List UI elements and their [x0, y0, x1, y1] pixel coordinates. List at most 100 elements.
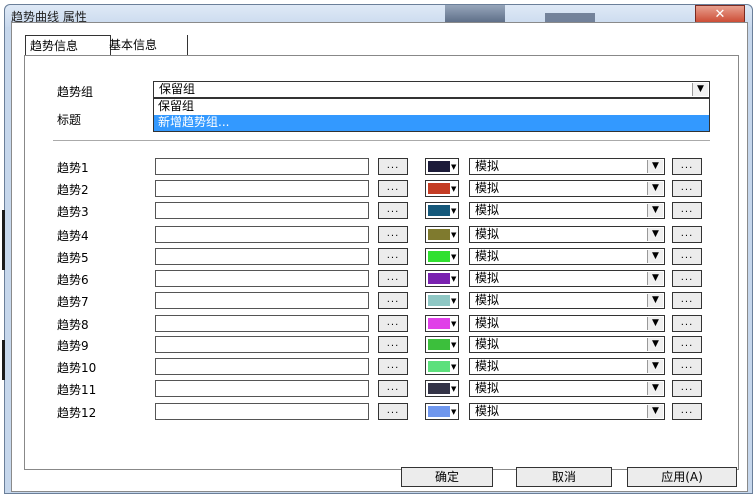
- chevron-down-icon: ▼: [451, 231, 457, 239]
- trend-mode-more-button[interactable]: ...: [672, 336, 702, 353]
- trend-mode-more-button[interactable]: ...: [672, 202, 702, 219]
- trend-mode-more-button[interactable]: ...: [672, 292, 702, 309]
- trend-mode-more-button[interactable]: ...: [672, 226, 702, 243]
- trend-mode-value: 模拟: [475, 159, 500, 173]
- chevron-down-icon[interactable]: ▼: [647, 228, 663, 241]
- trend-browse-button[interactable]: ...: [378, 292, 408, 309]
- trend-mode-combo[interactable]: 模拟 ▼: [469, 158, 665, 175]
- cancel-button[interactable]: 取消: [516, 467, 612, 487]
- trend-label: 趋势12: [57, 406, 97, 420]
- chevron-down-icon[interactable]: ▼: [647, 405, 663, 418]
- trend-browse-button[interactable]: ...: [378, 226, 408, 243]
- trend-color-picker[interactable]: ▼: [425, 158, 459, 175]
- trend-label: 趋势5: [57, 251, 89, 265]
- tab-trend-info[interactable]: 趋势信息: [25, 35, 111, 56]
- apply-button[interactable]: 应用(A): [627, 467, 737, 487]
- trend-mode-combo[interactable]: 模拟 ▼: [469, 358, 665, 375]
- trend-tag-input[interactable]: [155, 202, 369, 219]
- trend-mode-more-button[interactable]: ...: [672, 380, 702, 397]
- trend-tag-input[interactable]: [155, 358, 369, 375]
- chevron-down-icon[interactable]: ▼: [647, 204, 663, 217]
- trend-mode-combo[interactable]: 模拟 ▼: [469, 292, 665, 309]
- trend-tag-input[interactable]: [155, 403, 369, 420]
- tab-basic-info[interactable]: 基本信息: [105, 35, 188, 55]
- chevron-down-icon[interactable]: ▼: [647, 317, 663, 330]
- trend-mode-combo[interactable]: 模拟 ▼: [469, 226, 665, 243]
- trend-tag-input[interactable]: [155, 270, 369, 287]
- trend-mode-combo[interactable]: 模拟 ▼: [469, 380, 665, 397]
- trend-browse-button[interactable]: ...: [378, 270, 408, 287]
- trend-browse-button[interactable]: ...: [378, 380, 408, 397]
- trend-mode-value: 模拟: [475, 181, 500, 195]
- chevron-down-icon[interactable]: ▼: [647, 250, 663, 263]
- trend-color-picker[interactable]: ▼: [425, 292, 459, 309]
- trend-browse-button[interactable]: ...: [378, 180, 408, 197]
- dropdown-item-retain[interactable]: 保留组: [154, 99, 709, 115]
- trend-mode-value: 模拟: [475, 249, 500, 263]
- chevron-down-icon: ▼: [451, 207, 457, 215]
- trend-tag-input[interactable]: [155, 292, 369, 309]
- trend-browse-button[interactable]: ...: [378, 315, 408, 332]
- trend-mode-more-button[interactable]: ...: [672, 158, 702, 175]
- trend-color-picker[interactable]: ▼: [425, 270, 459, 287]
- trend-mode-combo[interactable]: 模拟 ▼: [469, 315, 665, 332]
- trend-color-picker[interactable]: ▼: [425, 380, 459, 397]
- trend-browse-button[interactable]: ...: [378, 403, 408, 420]
- trend-mode-combo[interactable]: 模拟 ▼: [469, 403, 665, 420]
- chevron-down-icon[interactable]: ▼: [647, 294, 663, 307]
- trend-tag-input[interactable]: [155, 226, 369, 243]
- trend-group-combo[interactable]: 保留组 ▼: [153, 81, 710, 98]
- trend-browse-button[interactable]: ...: [378, 336, 408, 353]
- trend-color-picker[interactable]: ▼: [425, 403, 459, 420]
- color-swatch: [428, 339, 450, 350]
- trend-tag-input[interactable]: [155, 380, 369, 397]
- trend-mode-combo[interactable]: 模拟 ▼: [469, 180, 665, 197]
- color-swatch: [428, 205, 450, 216]
- trend-mode-combo[interactable]: 模拟 ▼: [469, 202, 665, 219]
- trend-tag-input[interactable]: [155, 248, 369, 265]
- chevron-down-icon[interactable]: ▼: [647, 160, 663, 173]
- trend-color-picker[interactable]: ▼: [425, 248, 459, 265]
- trend-color-picker[interactable]: ▼: [425, 226, 459, 243]
- trend-browse-button[interactable]: ...: [378, 202, 408, 219]
- trend-mode-more-button[interactable]: ...: [672, 315, 702, 332]
- color-swatch: [428, 406, 450, 417]
- trend-color-picker[interactable]: ▼: [425, 180, 459, 197]
- chevron-down-icon[interactable]: ▼: [692, 83, 708, 96]
- trend-mode-more-button[interactable]: ...: [672, 270, 702, 287]
- chevron-down-icon[interactable]: ▼: [647, 360, 663, 373]
- chevron-down-icon[interactable]: ▼: [647, 338, 663, 351]
- trend-mode-more-button[interactable]: ...: [672, 180, 702, 197]
- chevron-down-icon: ▼: [451, 385, 457, 393]
- trend-tag-input[interactable]: [155, 336, 369, 353]
- trend-mode-value: 模拟: [475, 404, 500, 418]
- trend-mode-more-button[interactable]: ...: [672, 248, 702, 265]
- color-swatch: [428, 318, 450, 329]
- trend-group-label: 趋势组: [57, 85, 94, 99]
- chevron-down-icon[interactable]: ▼: [647, 182, 663, 195]
- trend-tag-input[interactable]: [155, 180, 369, 197]
- trend-mode-combo[interactable]: 模拟 ▼: [469, 248, 665, 265]
- trend-mode-combo[interactable]: 模拟 ▼: [469, 270, 665, 287]
- trend-color-picker[interactable]: ▼: [425, 202, 459, 219]
- trend-browse-button[interactable]: ...: [378, 358, 408, 375]
- trend-tag-input[interactable]: [155, 315, 369, 332]
- trend-mode-combo[interactable]: 模拟 ▼: [469, 336, 665, 353]
- trend-mode-value: 模拟: [475, 227, 500, 241]
- color-swatch: [428, 251, 450, 262]
- trend-color-picker[interactable]: ▼: [425, 358, 459, 375]
- trend-browse-button[interactable]: ...: [378, 158, 408, 175]
- trend-mode-more-button[interactable]: ...: [672, 358, 702, 375]
- trend-tag-input[interactable]: [155, 158, 369, 175]
- trend-color-picker[interactable]: ▼: [425, 315, 459, 332]
- trend-browse-button[interactable]: ...: [378, 248, 408, 265]
- dialog-client-area: 趋势信息 基本信息 趋势组 保留组 ▼ 标题 趋势1... ▼ 模拟 ▼... 趋势2.…: [11, 22, 748, 492]
- ok-button[interactable]: 确定: [401, 467, 493, 487]
- trend-mode-more-button[interactable]: ...: [672, 403, 702, 420]
- trend-color-picker[interactable]: ▼: [425, 336, 459, 353]
- dropdown-item-new-group[interactable]: 新增趋势组...: [154, 115, 709, 131]
- chevron-down-icon[interactable]: ▼: [647, 272, 663, 285]
- chevron-down-icon[interactable]: ▼: [647, 382, 663, 395]
- trend-mode-value: 模拟: [475, 381, 500, 395]
- color-swatch: [428, 273, 450, 284]
